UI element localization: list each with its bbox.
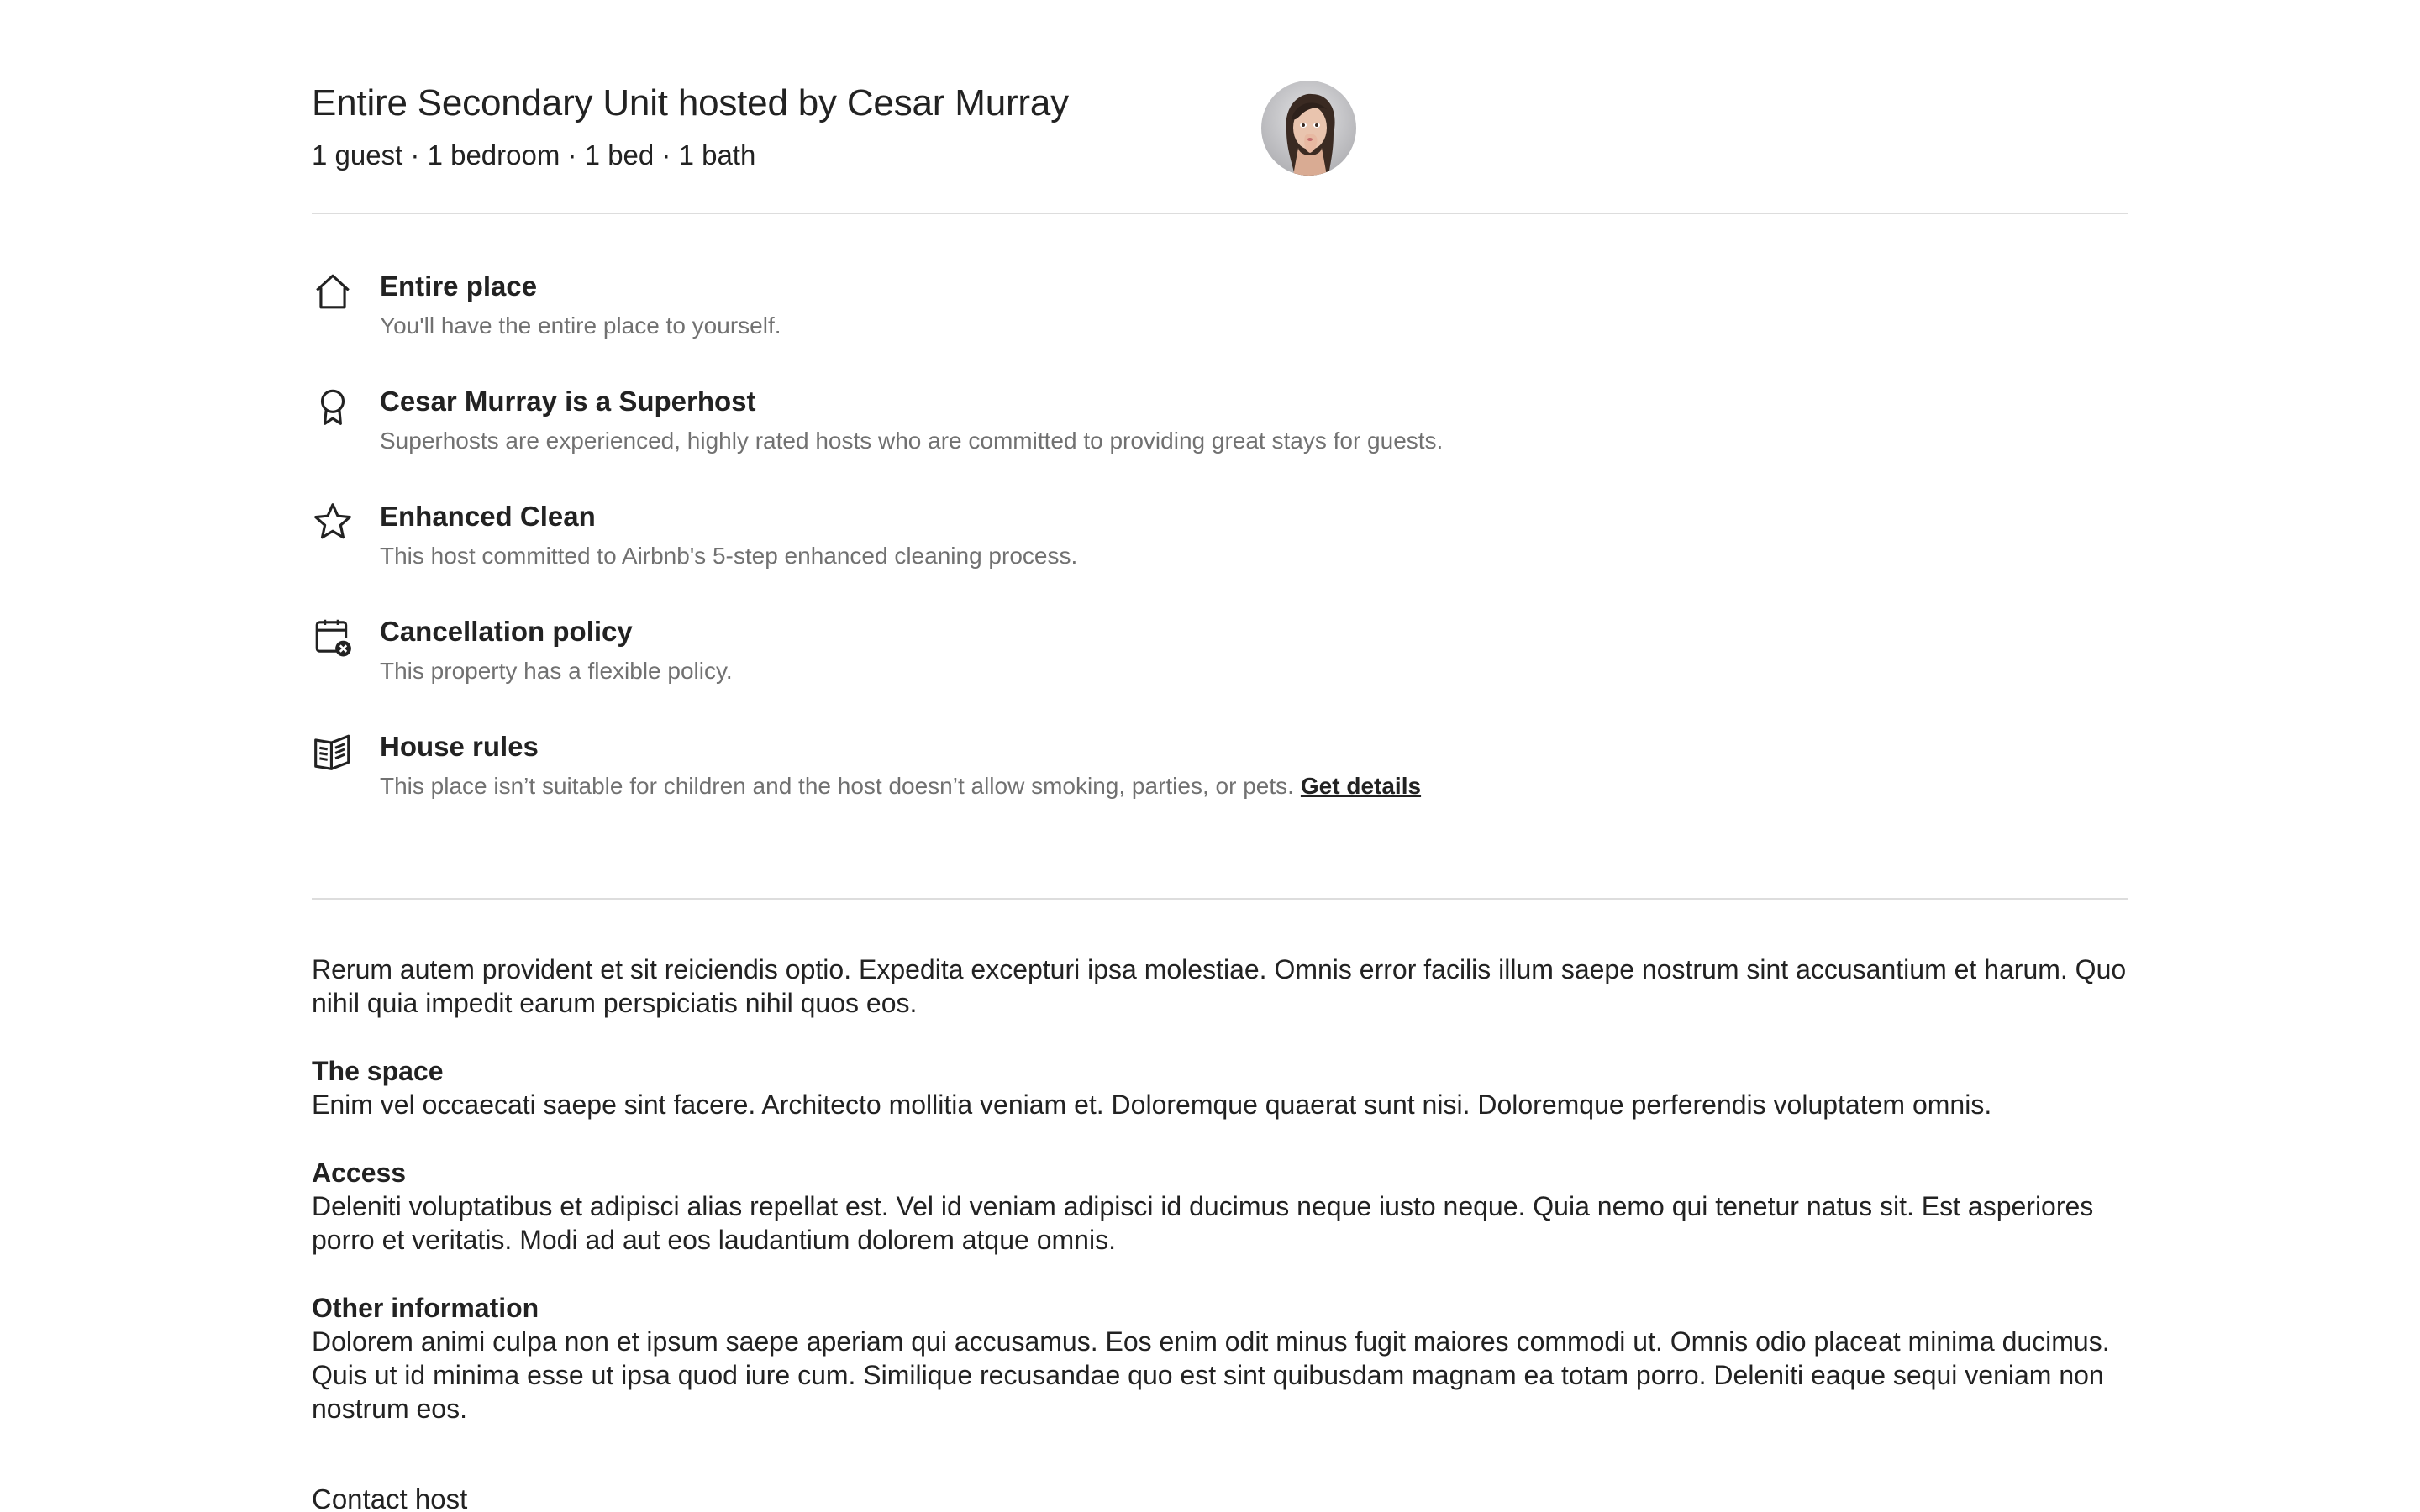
rules-book-icon (312, 731, 354, 773)
calendar-cancel-icon (312, 616, 354, 658)
header-divider (312, 213, 2128, 214)
host-avatar-image (1261, 81, 1356, 176)
other-info-heading: Other information (312, 1293, 539, 1323)
highlight-entire-place: Entire place You'll have the entire plac… (312, 267, 2128, 382)
host-avatar[interactable] (1261, 81, 1356, 176)
highlight-description: This place isn’t suitable for children a… (380, 769, 1421, 803)
get-details-link[interactable]: Get details (1301, 773, 1421, 799)
highlight-description: This host committed to Airbnb's 5-step e… (380, 543, 1078, 569)
description-space-block: The space Enim vel occaecati saepe sint … (312, 1054, 2128, 1121)
highlight-title: House rules (380, 731, 539, 762)
space-text: Enim vel occaecati saepe sint facere. Ar… (312, 1089, 1992, 1120)
listing-description: Rerum autem provident et sit reiciendis … (312, 953, 2128, 1460)
description-other-block: Other information Dolorem animi culpa no… (312, 1291, 2128, 1425)
listing-header: Entire Secondary Unit hosted by Cesar Mu… (312, 0, 2128, 214)
highlight-enhanced-clean: Enhanced Clean This host committed to Ai… (312, 497, 2128, 612)
highlight-description: This property has a flexible policy. (380, 658, 733, 684)
star-icon (312, 501, 354, 543)
description-intro: Rerum autem provident et sit reiciendis … (312, 954, 2127, 1018)
highlight-description-text: This place isn’t suitable for children a… (380, 773, 1294, 799)
listing-title: Entire Secondary Unit hosted by Cesar Mu… (312, 82, 1069, 123)
other-info-text: Dolorem animi culpa non et ipsum saepe a… (312, 1326, 2110, 1424)
description-access-block: Access Deleniti voluptatibus et adipisci… (312, 1156, 2128, 1257)
home-icon (312, 270, 354, 312)
highlight-title: Enhanced Clean (380, 501, 596, 532)
highlight-title: Entire place (380, 270, 538, 302)
highlight-title: Cesar Murray is a Superhost (380, 386, 756, 417)
listing-highlights: Entire place You'll have the entire plac… (312, 267, 2128, 843)
highlight-description: Superhosts are experienced, highly rated… (380, 428, 1444, 454)
access-text: Deleniti voluptatibus et adipisci alias … (312, 1191, 2094, 1255)
highlight-title: Cancellation policy (380, 616, 633, 647)
section-divider (312, 898, 2128, 900)
listing-content: Entire Secondary Unit hosted by Cesar Mu… (312, 0, 2128, 1512)
highlight-house-rules: House rules This place isn’t suitable fo… (312, 727, 2128, 843)
listing-page: Entire Secondary Unit hosted by Cesar Mu… (0, 0, 2420, 1512)
highlight-superhost: Cesar Murray is a Superhost Superhosts a… (312, 382, 2128, 497)
space-heading: The space (312, 1056, 444, 1086)
superhost-badge-icon (312, 386, 354, 428)
highlight-description: You'll have the entire place to yourself… (380, 312, 781, 339)
access-heading: Access (312, 1158, 407, 1188)
contact-host-button[interactable]: Contact host (312, 1483, 467, 1512)
highlight-cancellation-policy: Cancellation policy This property has a … (312, 612, 2128, 727)
description-intro-block: Rerum autem provident et sit reiciendis … (312, 953, 2128, 1020)
listing-summary: 1 guest · 1 bedroom · 1 bed · 1 bath (312, 139, 756, 171)
